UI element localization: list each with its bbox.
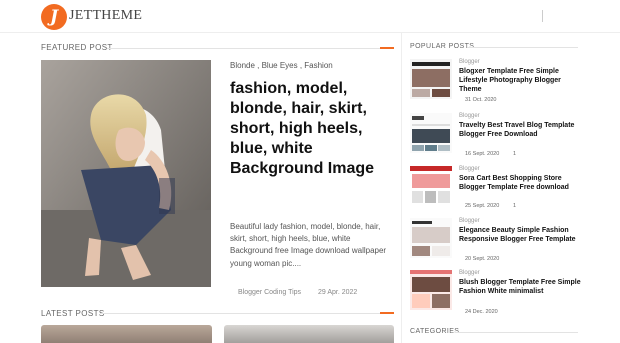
thumbnail-image bbox=[410, 59, 452, 99]
popular-post-item[interactable]: Blogger Elegance Beauty Simple Fashion R… bbox=[410, 218, 580, 263]
popular-post-date: 31 Oct. 2020 bbox=[465, 97, 497, 103]
categories-heading: CATEGORIES bbox=[410, 328, 460, 335]
popular-post-title[interactable]: Blogxer Template Free Simple Lifestyle P… bbox=[459, 67, 581, 94]
featured-post-image[interactable] bbox=[41, 60, 211, 287]
popular-post-comments: 1 bbox=[513, 203, 517, 209]
featured-tags[interactable]: Blonde , Blue Eyes , Fashion bbox=[230, 61, 333, 70]
featured-excerpt: Beautiful lady fashion, model, blonde, h… bbox=[230, 222, 387, 268]
sidebar-divider bbox=[401, 33, 402, 343]
latest-post-thumbnail[interactable] bbox=[224, 325, 394, 343]
popular-post-title[interactable]: Elegance Beauty Simple Fashion Responsiv… bbox=[459, 226, 581, 244]
popular-post-category[interactable]: Blogger bbox=[459, 218, 480, 224]
popular-post-date: 16 Sept. 2020 bbox=[465, 151, 500, 157]
popular-post-item[interactable]: Blogger Sora Cart Best Shopping Store Bl… bbox=[410, 166, 580, 211]
featured-date: 29 Apr. 2022 bbox=[318, 289, 358, 296]
thumbnail-image bbox=[410, 218, 452, 258]
popular-heading-line bbox=[467, 47, 578, 48]
thumbnail-image bbox=[410, 113, 452, 153]
site-header: J JETTHEME bbox=[0, 0, 620, 33]
featured-heading-line bbox=[107, 48, 380, 49]
popular-post-date: 20 Sept. 2020 bbox=[465, 256, 500, 262]
popular-post-thumbnail[interactable] bbox=[410, 166, 452, 206]
latest-post-thumbnail[interactable] bbox=[41, 325, 212, 343]
latest-heading: LATEST POSTS bbox=[41, 309, 105, 318]
popular-post-title[interactable]: Travelty Best Travel Blog Template Blogg… bbox=[459, 121, 581, 139]
featured-heading: FEATURED POST bbox=[41, 43, 113, 52]
popular-post-date: 24 Dec. 2020 bbox=[465, 309, 498, 315]
popular-post-thumbnail[interactable] bbox=[410, 59, 452, 99]
popular-post-item[interactable]: Blogger Blogxer Template Free Simple Lif… bbox=[410, 59, 580, 104]
categories-heading-line bbox=[455, 332, 578, 333]
thumbnail-image bbox=[410, 166, 452, 206]
popular-post-thumbnail[interactable] bbox=[410, 270, 452, 310]
popular-post-category[interactable]: Blogger bbox=[459, 113, 480, 119]
header-divider bbox=[542, 10, 543, 22]
popular-post-comments: 1 bbox=[513, 151, 517, 157]
popular-post-title[interactable]: Sora Cart Best Shopping Store Blogger Te… bbox=[459, 174, 581, 192]
featured-heading-accent bbox=[380, 47, 394, 49]
featured-author[interactable]: Blogger Coding Tips bbox=[238, 289, 301, 296]
popular-post-thumbnail[interactable] bbox=[410, 218, 452, 258]
thumbnail-image bbox=[410, 270, 452, 310]
popular-posts-heading: POPULAR POSTS bbox=[410, 43, 475, 50]
featured-title[interactable]: fashion, model, blonde, hair, skirt, sho… bbox=[230, 79, 390, 179]
featured-photo bbox=[41, 60, 211, 287]
popular-post-title[interactable]: Blush Blogger Template Free Simple Fashi… bbox=[459, 278, 581, 296]
popular-post-category[interactable]: Blogger bbox=[459, 270, 480, 276]
site-logo-text[interactable]: JETTHEME bbox=[69, 8, 142, 24]
popular-post-category[interactable]: Blogger bbox=[459, 59, 480, 65]
latest-heading-accent bbox=[380, 312, 394, 314]
popular-post-item[interactable]: Blogger Travelty Best Travel Blog Templa… bbox=[410, 113, 580, 158]
jettheme-logo-icon[interactable]: J bbox=[41, 4, 67, 30]
popular-post-category[interactable]: Blogger bbox=[459, 166, 480, 172]
popular-post-thumbnail[interactable] bbox=[410, 113, 452, 153]
popular-post-date: 25 Sept. 2020 bbox=[465, 203, 500, 209]
popular-post-item[interactable]: Blogger Blush Blogger Template Free Simp… bbox=[410, 270, 581, 320]
latest-heading-line bbox=[100, 313, 380, 314]
